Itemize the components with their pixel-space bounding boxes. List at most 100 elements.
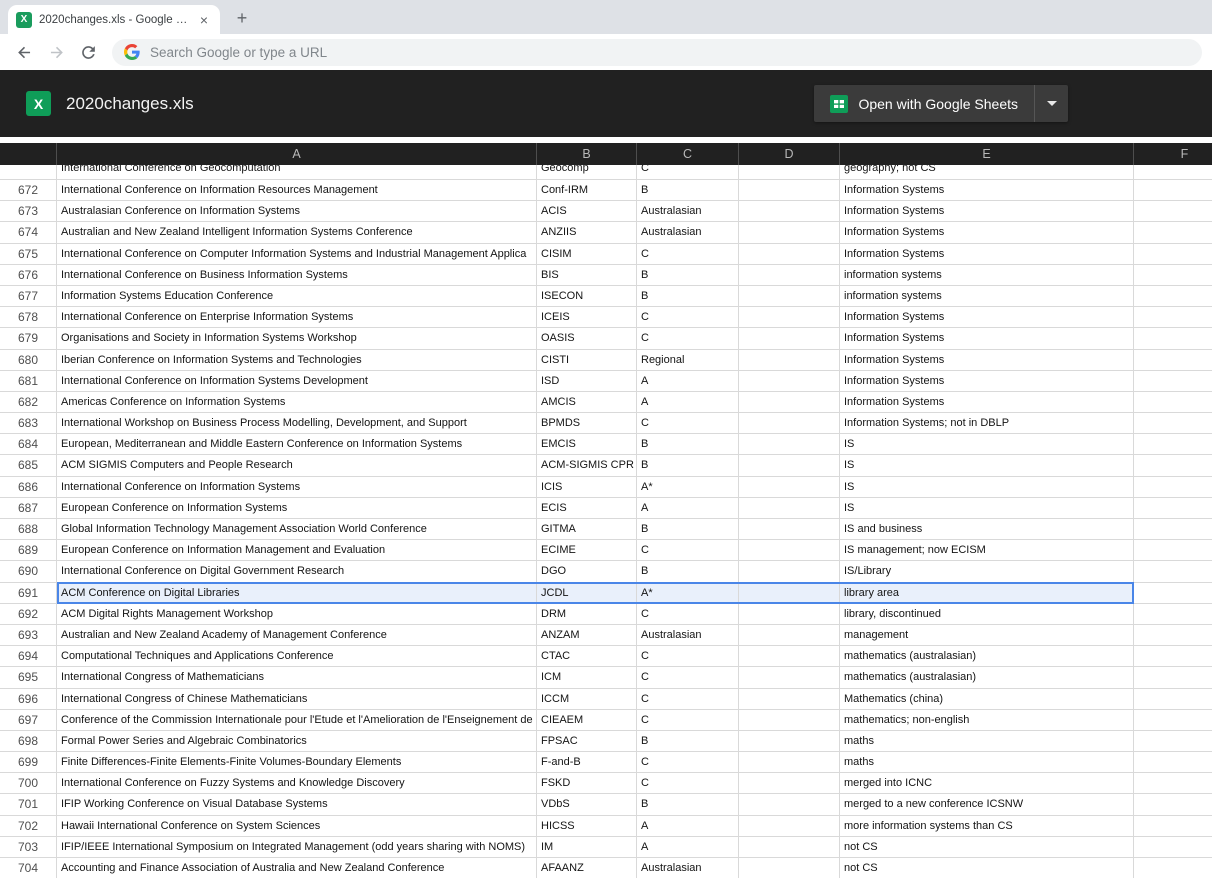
cell-name[interactable]: Australian and New Zealand Academy of Ma…: [57, 624, 537, 647]
cell-f[interactable]: [1134, 328, 1212, 350]
close-icon[interactable]: ×: [196, 12, 212, 28]
cell-f[interactable]: [1134, 201, 1212, 223]
cell-acronym[interactable]: AMCIS: [537, 391, 637, 414]
row-number[interactable]: 695: [0, 667, 57, 689]
cell-acronym[interactable]: DRM: [537, 603, 637, 625]
search-input[interactable]: [150, 44, 1194, 60]
cell-rank[interactable]: C: [637, 540, 739, 562]
cell-name[interactable]: Iberian Conference on Information System…: [57, 349, 537, 371]
cell-d[interactable]: [739, 730, 840, 753]
cell-acronym[interactable]: BPMDS: [537, 413, 637, 435]
cell-acronym[interactable]: FSKD: [537, 773, 637, 795]
cell-d[interactable]: [739, 519, 840, 541]
cell-rank[interactable]: B: [637, 434, 739, 456]
cell-note[interactable]: mathematics (australasian): [840, 667, 1134, 689]
cell-rank[interactable]: Australasian: [637, 222, 739, 244]
cell-name[interactable]: International Conference on Information …: [57, 476, 537, 498]
cell-note[interactable]: Information Systems: [840, 328, 1134, 350]
row-number[interactable]: 696: [0, 688, 57, 710]
open-button-main[interactable]: Open with Google Sheets: [814, 85, 1034, 122]
cell-rank[interactable]: C: [637, 752, 739, 774]
cell-note[interactable]: information systems: [840, 285, 1134, 308]
cell-rank[interactable]: A: [637, 497, 739, 519]
cell-name[interactable]: ACM Digital Rights Management Workshop: [57, 603, 537, 625]
row-number[interactable]: 677: [0, 285, 57, 308]
cell-rank[interactable]: B: [637, 180, 739, 202]
cell-note[interactable]: merged into ICNC: [840, 773, 1134, 795]
cell-acronym[interactable]: ANZIIS: [537, 222, 637, 244]
cell-name[interactable]: European Conference on Information Syste…: [57, 497, 537, 519]
cell-rank[interactable]: C: [637, 307, 739, 329]
cell-f[interactable]: [1134, 165, 1212, 180]
cell-name[interactable]: Formal Power Series and Algebraic Combin…: [57, 730, 537, 753]
cell-acronym[interactable]: CTAC: [537, 646, 637, 668]
browser-tab[interactable]: X 2020changes.xls - Google Drive ×: [8, 5, 220, 34]
cell-d[interactable]: [739, 603, 840, 625]
row-number[interactable]: 700: [0, 773, 57, 795]
cell-note[interactable]: maths: [840, 730, 1134, 753]
cell-acronym[interactable]: ANZAM: [537, 624, 637, 647]
cell-name[interactable]: IFIP Working Conference on Visual Databa…: [57, 794, 537, 816]
cell-rank[interactable]: B: [637, 730, 739, 753]
cell-acronym[interactable]: JCDL: [537, 582, 637, 604]
open-button-dropdown[interactable]: [1034, 85, 1068, 122]
cell-d[interactable]: [739, 201, 840, 223]
row-number[interactable]: 673: [0, 201, 57, 223]
cell-note[interactable]: IS: [840, 434, 1134, 456]
cell-d[interactable]: [739, 646, 840, 668]
cell-d[interactable]: [739, 222, 840, 244]
cell-note[interactable]: IS management; now ECISM: [840, 540, 1134, 562]
column-header-a[interactable]: A: [57, 143, 537, 165]
cell-f[interactable]: [1134, 667, 1212, 689]
cell-f[interactable]: [1134, 286, 1212, 308]
cell-name[interactable]: International Conference on Fuzzy System…: [57, 773, 537, 795]
open-with-sheets-button[interactable]: Open with Google Sheets: [814, 85, 1068, 122]
cell-acronym[interactable]: ISD: [537, 370, 637, 392]
cell-f[interactable]: [1134, 837, 1212, 858]
cell-name[interactable]: Conference of the Commission Internation…: [57, 709, 537, 731]
cell-name[interactable]: European, Mediterranean and Middle Easte…: [57, 434, 537, 456]
cell-acronym[interactable]: ACM-SIGMIS CPR: [537, 455, 637, 477]
row-number[interactable]: 685: [0, 455, 57, 477]
cell-acronym[interactable]: GITMA: [537, 519, 637, 541]
cell-f[interactable]: [1134, 794, 1212, 816]
cell-name[interactable]: International Conference on Computer Inf…: [57, 243, 537, 265]
cell-d[interactable]: [739, 165, 840, 180]
cell-name[interactable]: IFIP/IEEE International Symposium on Int…: [57, 836, 537, 858]
cell-acronym[interactable]: CIEAEM: [537, 709, 637, 731]
cell-f[interactable]: [1134, 731, 1212, 753]
cell-note[interactable]: library area: [840, 582, 1134, 604]
cell-f[interactable]: [1134, 646, 1212, 668]
cell-d[interactable]: [739, 794, 840, 816]
row-number[interactable]: 690: [0, 561, 57, 583]
cell-d[interactable]: [739, 243, 840, 265]
cell-acronym[interactable]: HICSS: [537, 815, 637, 837]
row-number[interactable]: 692: [0, 603, 57, 625]
forward-button[interactable]: [42, 38, 70, 66]
cell-acronym[interactable]: FPSAC: [537, 730, 637, 753]
cell-f[interactable]: [1134, 561, 1212, 583]
cell-rank[interactable]: A: [637, 370, 739, 392]
cell-name[interactable]: International Conference on Digital Gove…: [57, 561, 537, 583]
cell-acronym[interactable]: AFAANZ: [537, 858, 637, 878]
cell-note[interactable]: library, discontinued: [840, 603, 1134, 625]
cell-d[interactable]: [739, 561, 840, 583]
cell-note[interactable]: IS: [840, 476, 1134, 498]
cell-rank[interactable]: C: [637, 328, 739, 350]
cell-d[interactable]: [739, 815, 840, 837]
cell-name[interactable]: International Congress of Mathematicians: [57, 667, 537, 689]
cell-name[interactable]: Information Systems Education Conference: [57, 285, 537, 308]
cell-name[interactable]: Computational Techniques and Application…: [57, 646, 537, 668]
cell-acronym[interactable]: CISIM: [537, 243, 637, 265]
cell-d[interactable]: [739, 858, 840, 878]
cell-rank[interactable]: B: [637, 561, 739, 583]
cell-name[interactable]: International Conference on Enterprise I…: [57, 307, 537, 329]
row-number[interactable]: 703: [0, 836, 57, 858]
cell-d[interactable]: [739, 582, 840, 604]
row-number[interactable]: 699: [0, 752, 57, 774]
cell-acronym[interactable]: Conf-IRM: [537, 180, 637, 202]
cell-rank[interactable]: C: [637, 413, 739, 435]
back-button[interactable]: [10, 38, 38, 66]
cell-note[interactable]: mathematics (australasian): [840, 646, 1134, 668]
cell-acronym[interactable]: ICM: [537, 667, 637, 689]
